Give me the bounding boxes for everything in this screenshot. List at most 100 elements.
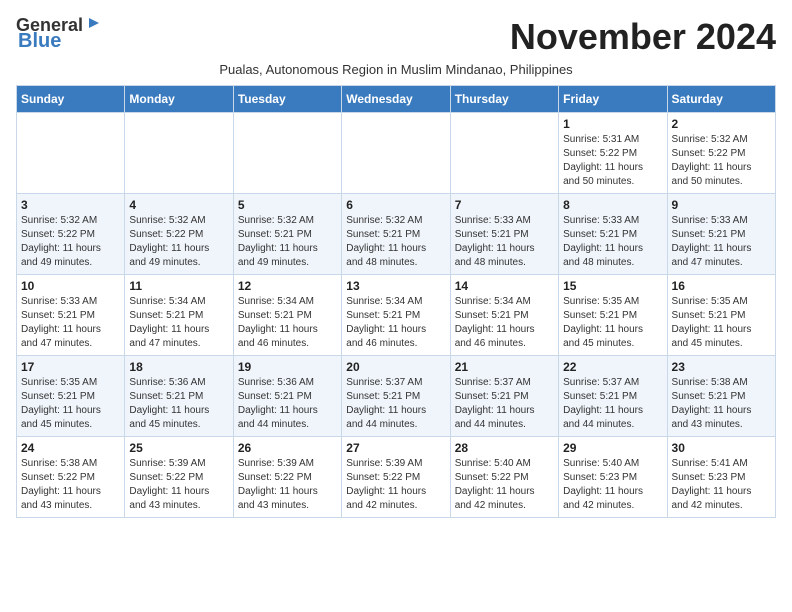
day-info: Sunrise: 5:34 AM Sunset: 5:21 PM Dayligh…: [238, 295, 337, 351]
weekday-header-thursday: Thursday: [450, 86, 558, 113]
day-number: 8: [563, 198, 662, 212]
calendar-cell: [450, 113, 558, 194]
calendar-week-4: 17Sunrise: 5:35 AM Sunset: 5:21 PM Dayli…: [17, 356, 776, 437]
calendar-cell: 27 Sunrise: 5:39 AM Sunset: 5:22 PM Dayli…: [342, 437, 450, 518]
calendar-cell: 5 Sunrise: 5:32 AM Sunset: 5:21 PM Daylig…: [233, 194, 341, 275]
day-info: Sunrise: 5:32 AM Sunset: 5:21 PM Dayligh…: [346, 214, 445, 270]
day-info: Sunrise: 5:31 AM Sunset: 5:22 PM Dayligh…: [563, 133, 662, 189]
weekday-header-tuesday: Tuesday: [233, 86, 341, 113]
calendar-cell: 26 Sunrise: 5:39 AM Sunset: 5:22 PM Dayli…: [233, 437, 341, 518]
day-number: 19: [238, 360, 337, 374]
day-info: Sunrise: 5:34 AM Sunset: 5:21 PM Dayligh…: [346, 295, 445, 351]
day-info: Sunrise: 5:33 AM Sunset: 5:21 PM Dayligh…: [563, 214, 662, 270]
day-number: 2: [672, 117, 771, 131]
day-info: Sunrise: 5:37 AM Sunset: 5:21 PM Dayligh…: [346, 376, 445, 432]
day-info: Sunrise: 5:32 AM Sunset: 5:22 PM Dayligh…: [672, 133, 771, 189]
day-number: 4: [129, 198, 228, 212]
day-info: Sunrise: 5:36 AM Sunset: 5:21 PM Dayligh…: [238, 376, 337, 432]
day-number: 23: [672, 360, 771, 374]
day-info: Sunrise: 5:33 AM Sunset: 5:21 PM Dayligh…: [21, 295, 120, 351]
day-number: 13: [346, 279, 445, 293]
day-number: 3: [21, 198, 120, 212]
calendar-cell: [125, 113, 233, 194]
weekday-header-friday: Friday: [559, 86, 667, 113]
day-number: 30: [672, 441, 771, 455]
day-info: Sunrise: 5:32 AM Sunset: 5:21 PM Dayligh…: [238, 214, 337, 270]
day-info: Sunrise: 5:41 AM Sunset: 5:23 PM Dayligh…: [672, 457, 771, 513]
day-number: 12: [238, 279, 337, 293]
day-info: Sunrise: 5:34 AM Sunset: 5:21 PM Dayligh…: [129, 295, 228, 351]
weekday-header-monday: Monday: [125, 86, 233, 113]
day-number: 15: [563, 279, 662, 293]
calendar-cell: 22 Sunrise: 5:37 AM Sunset: 5:21 PM Dayli…: [559, 356, 667, 437]
calendar-cell: 24 Sunrise: 5:38 AM Sunset: 5:22 PM Dayli…: [17, 437, 125, 518]
day-number: 28: [455, 441, 554, 455]
calendar-cell: 16Sunrise: 5:35 AM Sunset: 5:21 PM Dayli…: [667, 275, 775, 356]
logo-blue-text: Blue: [18, 30, 61, 52]
day-number: 22: [563, 360, 662, 374]
calendar-cell: 18 Sunrise: 5:36 AM Sunset: 5:21 PM Dayli…: [125, 356, 233, 437]
day-info: Sunrise: 5:40 AM Sunset: 5:22 PM Dayligh…: [455, 457, 554, 513]
day-number: 5: [238, 198, 337, 212]
day-info: Sunrise: 5:39 AM Sunset: 5:22 PM Dayligh…: [346, 457, 445, 513]
day-info: Sunrise: 5:40 AM Sunset: 5:23 PM Dayligh…: [563, 457, 662, 513]
day-info: Sunrise: 5:38 AM Sunset: 5:22 PM Dayligh…: [21, 457, 120, 513]
calendar-week-3: 10Sunrise: 5:33 AM Sunset: 5:21 PM Dayli…: [17, 275, 776, 356]
day-number: 9: [672, 198, 771, 212]
calendar-cell: 21Sunrise: 5:37 AM Sunset: 5:21 PM Dayli…: [450, 356, 558, 437]
day-number: 27: [346, 441, 445, 455]
calendar-cell: 30 Sunrise: 5:41 AM Sunset: 5:23 PM Dayli…: [667, 437, 775, 518]
calendar-week-1: 1Sunrise: 5:31 AM Sunset: 5:22 PM Daylig…: [17, 113, 776, 194]
calendar-cell: 17Sunrise: 5:35 AM Sunset: 5:21 PM Dayli…: [17, 356, 125, 437]
weekday-header-wednesday: Wednesday: [342, 86, 450, 113]
calendar-cell: 8 Sunrise: 5:33 AM Sunset: 5:21 PM Daylig…: [559, 194, 667, 275]
logo-icon: [85, 14, 103, 32]
calendar-cell: 6Sunrise: 5:32 AM Sunset: 5:21 PM Daylig…: [342, 194, 450, 275]
calendar-cell: 19 Sunrise: 5:36 AM Sunset: 5:21 PM Dayli…: [233, 356, 341, 437]
day-number: 21: [455, 360, 554, 374]
calendar-cell: [233, 113, 341, 194]
calendar-cell: 12 Sunrise: 5:34 AM Sunset: 5:21 PM Dayli…: [233, 275, 341, 356]
calendar-cell: 23 Sunrise: 5:38 AM Sunset: 5:21 PM Dayli…: [667, 356, 775, 437]
day-info: Sunrise: 5:36 AM Sunset: 5:21 PM Dayligh…: [129, 376, 228, 432]
day-number: 25: [129, 441, 228, 455]
day-info: Sunrise: 5:33 AM Sunset: 5:21 PM Dayligh…: [672, 214, 771, 270]
calendar-cell: 25 Sunrise: 5:39 AM Sunset: 5:22 PM Dayli…: [125, 437, 233, 518]
day-info: Sunrise: 5:35 AM Sunset: 5:21 PM Dayligh…: [672, 295, 771, 351]
calendar-header-row: SundayMondayTuesdayWednesdayThursdayFrid…: [17, 86, 776, 113]
calendar-cell: 2 Sunrise: 5:32 AM Sunset: 5:22 PM Daylig…: [667, 113, 775, 194]
calendar-cell: [17, 113, 125, 194]
calendar-week-5: 24 Sunrise: 5:38 AM Sunset: 5:22 PM Dayli…: [17, 437, 776, 518]
calendar-cell: 11Sunrise: 5:34 AM Sunset: 5:21 PM Dayli…: [125, 275, 233, 356]
calendar-cell: 7Sunrise: 5:33 AM Sunset: 5:21 PM Daylig…: [450, 194, 558, 275]
calendar-cell: 9 Sunrise: 5:33 AM Sunset: 5:21 PM Daylig…: [667, 194, 775, 275]
day-info: Sunrise: 5:35 AM Sunset: 5:21 PM Dayligh…: [563, 295, 662, 351]
day-info: Sunrise: 5:32 AM Sunset: 5:22 PM Dayligh…: [129, 214, 228, 270]
calendar-cell: [342, 113, 450, 194]
weekday-header-saturday: Saturday: [667, 86, 775, 113]
weekday-header-sunday: Sunday: [17, 86, 125, 113]
calendar-cell: 28 Sunrise: 5:40 AM Sunset: 5:22 PM Dayli…: [450, 437, 558, 518]
day-number: 29: [563, 441, 662, 455]
day-info: Sunrise: 5:37 AM Sunset: 5:21 PM Dayligh…: [563, 376, 662, 432]
day-info: Sunrise: 5:34 AM Sunset: 5:21 PM Dayligh…: [455, 295, 554, 351]
day-number: 24: [21, 441, 120, 455]
day-number: 18: [129, 360, 228, 374]
day-info: Sunrise: 5:38 AM Sunset: 5:21 PM Dayligh…: [672, 376, 771, 432]
day-info: Sunrise: 5:32 AM Sunset: 5:22 PM Dayligh…: [21, 214, 120, 270]
day-number: 14: [455, 279, 554, 293]
logo: General Blue: [16, 16, 103, 52]
day-number: 7: [455, 198, 554, 212]
calendar-cell: 13 Sunrise: 5:34 AM Sunset: 5:21 PM Dayli…: [342, 275, 450, 356]
page-header: General Blue November 2024: [16, 16, 776, 58]
day-info: Sunrise: 5:39 AM Sunset: 5:22 PM Dayligh…: [129, 457, 228, 513]
day-number: 17: [21, 360, 120, 374]
calendar-cell: 4 Sunrise: 5:32 AM Sunset: 5:22 PM Daylig…: [125, 194, 233, 275]
calendar-week-2: 3 Sunrise: 5:32 AM Sunset: 5:22 PM Daylig…: [17, 194, 776, 275]
calendar-cell: 15 Sunrise: 5:35 AM Sunset: 5:21 PM Dayli…: [559, 275, 667, 356]
calendar-cell: 29 Sunrise: 5:40 AM Sunset: 5:23 PM Dayli…: [559, 437, 667, 518]
month-title: November 2024: [510, 16, 776, 58]
day-info: Sunrise: 5:39 AM Sunset: 5:22 PM Dayligh…: [238, 457, 337, 513]
day-number: 26: [238, 441, 337, 455]
calendar-cell: 10Sunrise: 5:33 AM Sunset: 5:21 PM Dayli…: [17, 275, 125, 356]
